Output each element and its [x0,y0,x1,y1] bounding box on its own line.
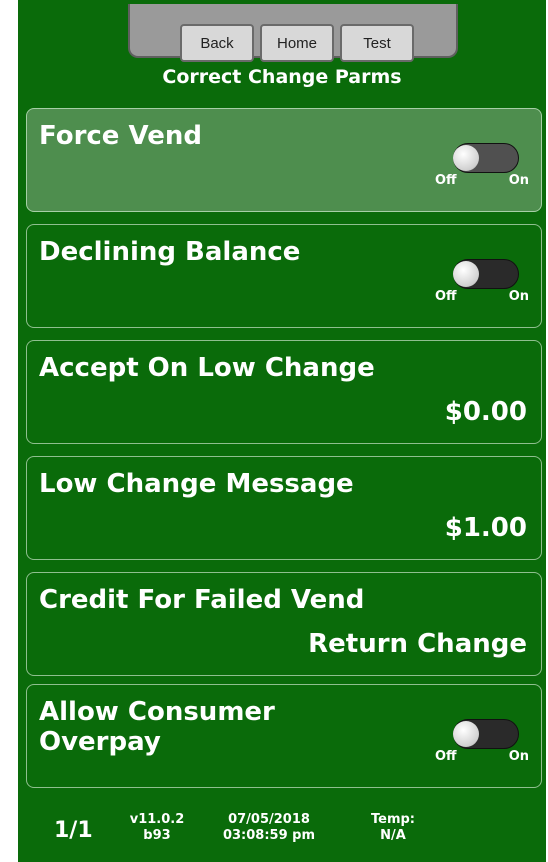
setting-label: Accept On Low Change [39,353,375,383]
main-panel: Back Home Test Correct Change Parms Forc… [18,0,546,862]
home-button[interactable]: Home [260,24,334,62]
setting-row-declining-balance[interactable]: Declining Balance Off On [26,224,542,328]
setting-row-force-vend[interactable]: Force Vend Off On [26,108,542,212]
setting-label: Credit For Failed Vend [39,585,365,615]
screen-title: Correct Change Parms [162,66,402,88]
date-text: 07/05/2018 [228,812,310,827]
setting-label: Low Change Message [39,469,354,499]
temp-info: Temp: N/A [358,812,428,844]
build-text: b93 [143,828,171,843]
toggle-off-label: Off [435,289,457,304]
version-info: v11.0.2 b93 [122,812,192,844]
setting-label: Allow Consumer Overpay [39,697,275,757]
toggle-knob [453,145,479,171]
toggle-knob [453,721,479,747]
test-button[interactable]: Test [340,24,414,62]
time-text: 03:08:59 pm [222,828,316,843]
toggle-off-label: Off [435,749,457,764]
back-button[interactable]: Back [180,24,254,62]
setting-row-accept-on-low-change[interactable]: Accept On Low Change $0.00 [26,340,542,444]
nav-bar: Back Home Test [128,4,458,62]
setting-label: Force Vend [39,121,202,151]
toggle-off-label: Off [435,173,457,188]
setting-row-credit-for-failed-vend[interactable]: Credit For Failed Vend Return Change [26,572,542,676]
toggle-on-label: On [508,289,529,304]
declining-balance-toggle[interactable]: Off On [433,255,529,307]
setting-value: Return Change [308,629,527,659]
screen: Back Home Test Correct Change Parms Forc… [0,0,548,862]
setting-value: $1.00 [444,513,527,543]
version-text: v11.0.2 [129,812,185,827]
setting-row-low-change-message[interactable]: Low Change Message $1.00 [26,456,542,560]
toggle-on-label: On [508,173,529,188]
toggle-on-label: On [508,749,529,764]
setting-row-allow-consumer-overpay[interactable]: Allow Consumer Overpay Off On [26,684,542,788]
allow-consumer-overpay-toggle[interactable]: Off On [433,715,529,767]
page-indicator: 1/1 [54,818,93,843]
status-footer: 1/1 v11.0.2 b93 07/05/2018 03:08:59 pm T… [18,806,546,856]
toggle-knob [453,261,479,287]
datetime-info: 07/05/2018 03:08:59 pm [214,812,324,844]
force-vend-toggle[interactable]: Off On [433,139,529,191]
temp-label: Temp: [370,812,415,827]
setting-value: $0.00 [444,397,527,427]
setting-label: Declining Balance [39,237,301,267]
temp-value: N/A [380,828,406,843]
